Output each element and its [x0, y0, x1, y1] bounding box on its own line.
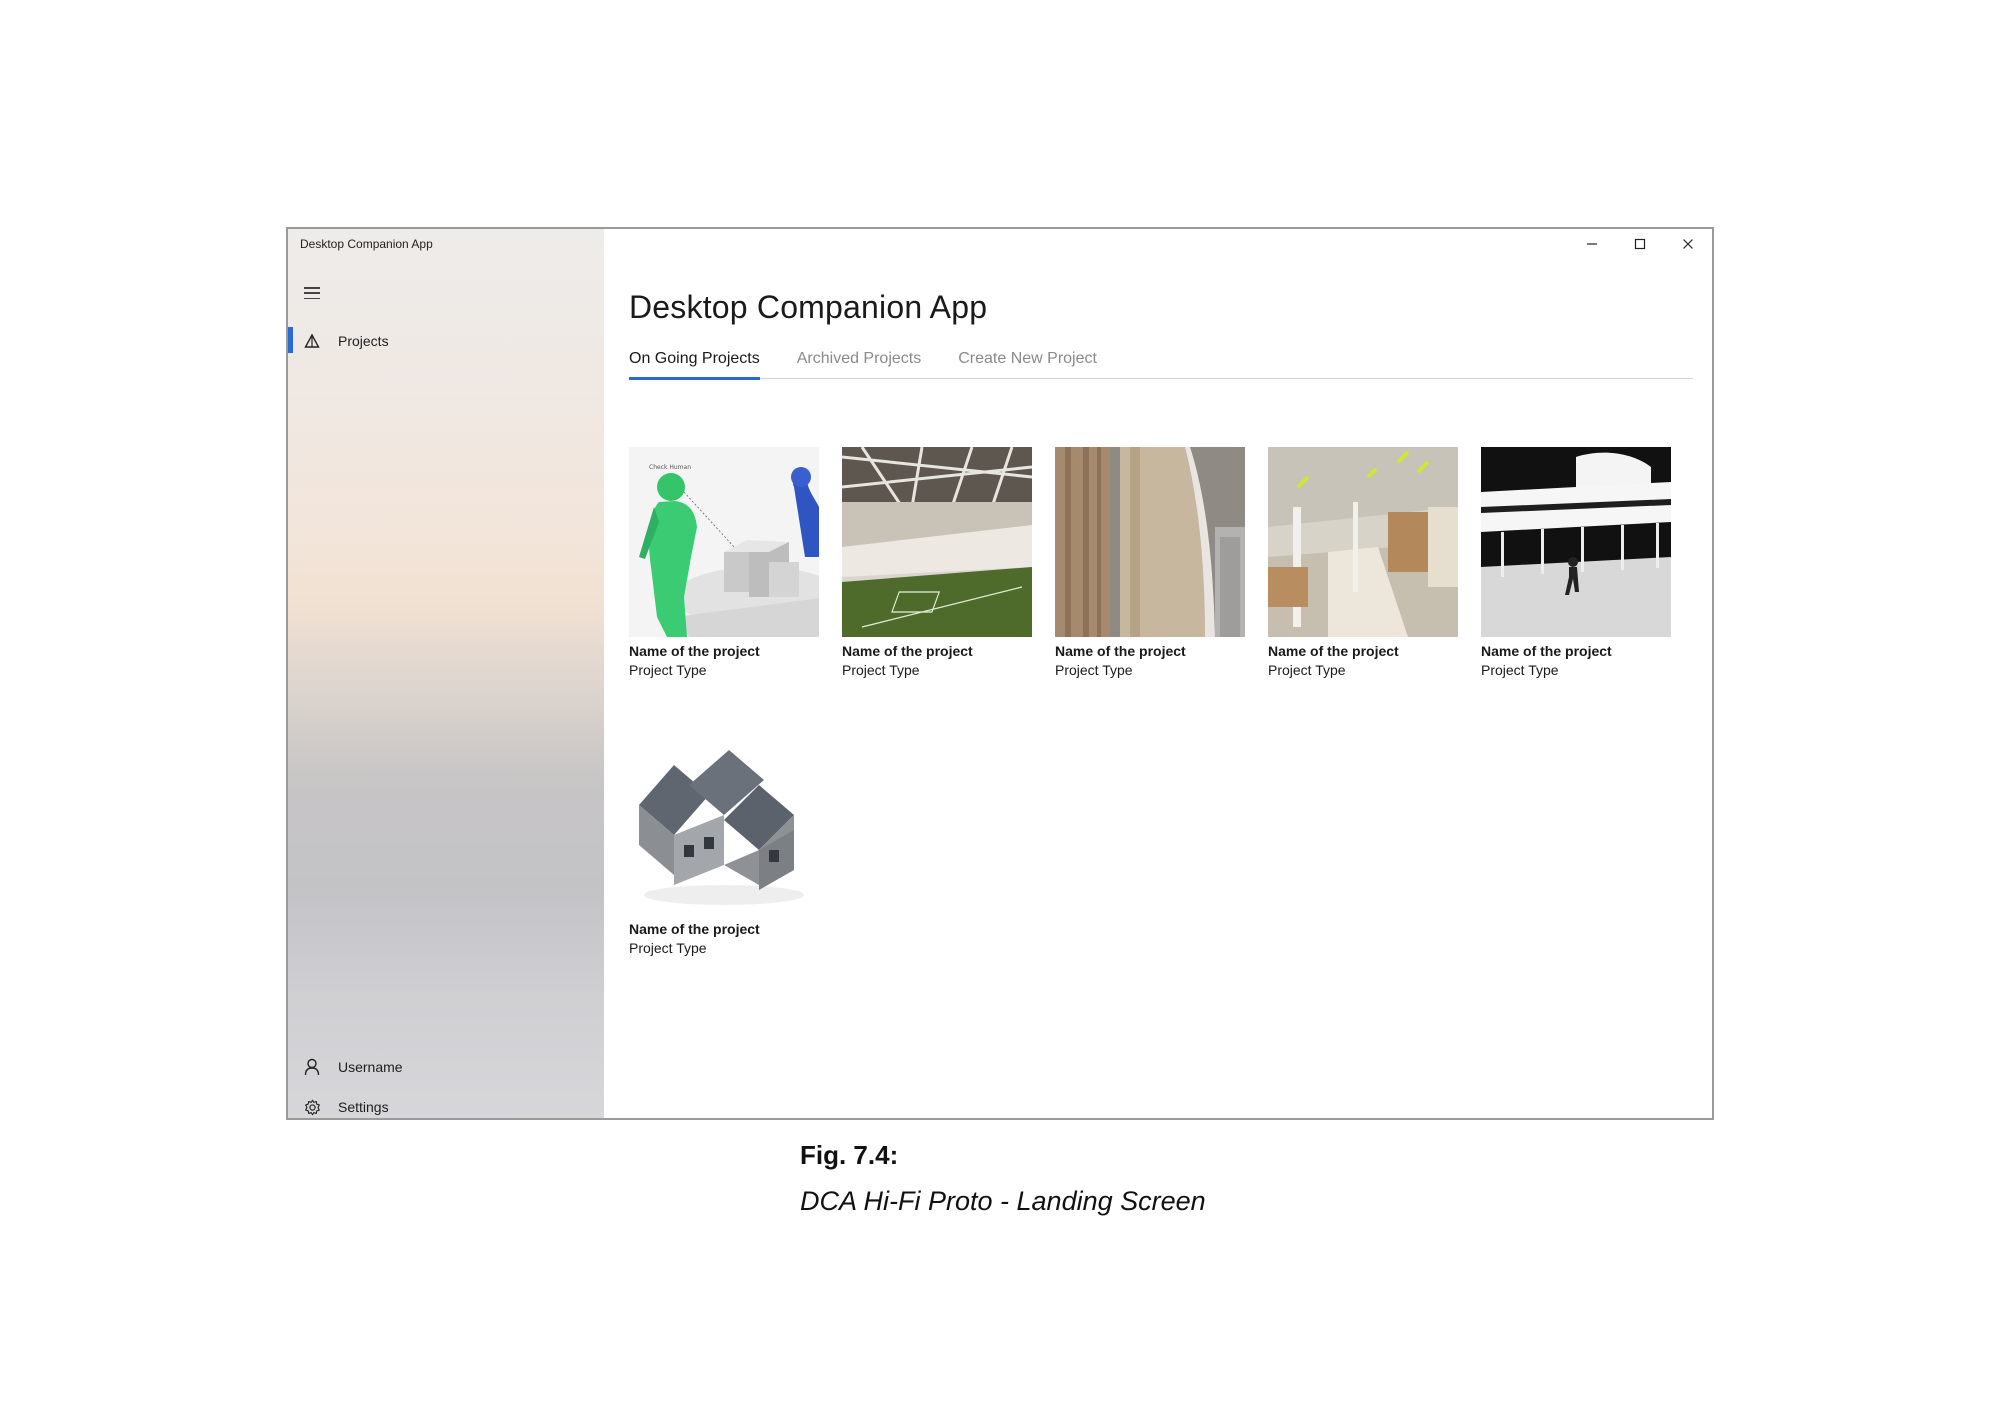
tab-create-new-project[interactable]: Create New Project	[958, 347, 1097, 378]
tab-ongoing-projects[interactable]: On Going Projects	[629, 347, 760, 380]
app-window: Desktop Companion App Projects Username …	[286, 227, 1714, 1120]
figure-caption: DCA Hi-Fi Proto - Landing Screen	[800, 1186, 1206, 1216]
user-icon	[302, 1057, 322, 1077]
project-name: Name of the project	[1481, 643, 1612, 659]
settings-label: Settings	[338, 1099, 389, 1115]
project-type: Project Type	[1481, 662, 1559, 678]
project-card[interactable]: Name of the project Project Type	[842, 447, 1032, 678]
page-title: Desktop Companion App	[629, 289, 988, 325]
sidebar: Desktop Companion App Projects Username …	[288, 229, 604, 1118]
hamburger-menu-icon[interactable]	[302, 285, 322, 301]
project-name: Name of the project	[629, 643, 760, 659]
sidebar-item-label: Projects	[338, 333, 389, 349]
sidebar-item-username[interactable]: Username	[288, 1047, 604, 1087]
project-thumbnail-stadium	[842, 447, 1032, 637]
sidebar-item-projects[interactable]: Projects	[288, 321, 604, 361]
project-type: Project Type	[629, 940, 707, 956]
project-card[interactable]: Name of the project Project Type	[1481, 447, 1671, 678]
sidebar-item-settings[interactable]: Settings	[288, 1087, 604, 1118]
tab-bar: On Going Projects Archived Projects Crea…	[629, 347, 1693, 380]
project-name: Name of the project	[1268, 643, 1399, 659]
window-title: Desktop Companion App	[300, 237, 433, 251]
project-name: Name of the project	[1055, 643, 1186, 659]
project-thumbnail-house	[629, 725, 819, 915]
svg-text:Check Human: Check Human	[649, 464, 691, 471]
figure-label: Fig. 7.4:	[800, 1140, 899, 1170]
main-content: Desktop Companion App On Going Projects …	[604, 229, 1712, 1118]
tab-archived-projects[interactable]: Archived Projects	[797, 347, 922, 378]
project-card[interactable]: Name of the project Project Type	[1268, 447, 1458, 678]
projects-icon	[302, 331, 322, 351]
gear-icon	[302, 1097, 322, 1117]
project-thumbnail-office	[1268, 447, 1458, 637]
project-thumbnail-villa	[1481, 447, 1671, 637]
project-name: Name of the project	[842, 643, 973, 659]
project-card[interactable]: Name of the project Project Type	[1055, 447, 1245, 678]
project-type: Project Type	[842, 662, 920, 678]
project-type: Project Type	[1055, 662, 1133, 678]
project-thumbnail-towers	[1055, 447, 1245, 637]
project-thumbnail-human-figures: Check Human	[629, 447, 819, 637]
project-type: Project Type	[629, 662, 707, 678]
project-type: Project Type	[1268, 662, 1346, 678]
project-name: Name of the project	[629, 921, 760, 937]
project-card[interactable]: Check Human Name of the project Project …	[629, 447, 819, 678]
username-label: Username	[338, 1059, 403, 1075]
project-card[interactable]: Name of the project Project Type	[629, 725, 819, 956]
